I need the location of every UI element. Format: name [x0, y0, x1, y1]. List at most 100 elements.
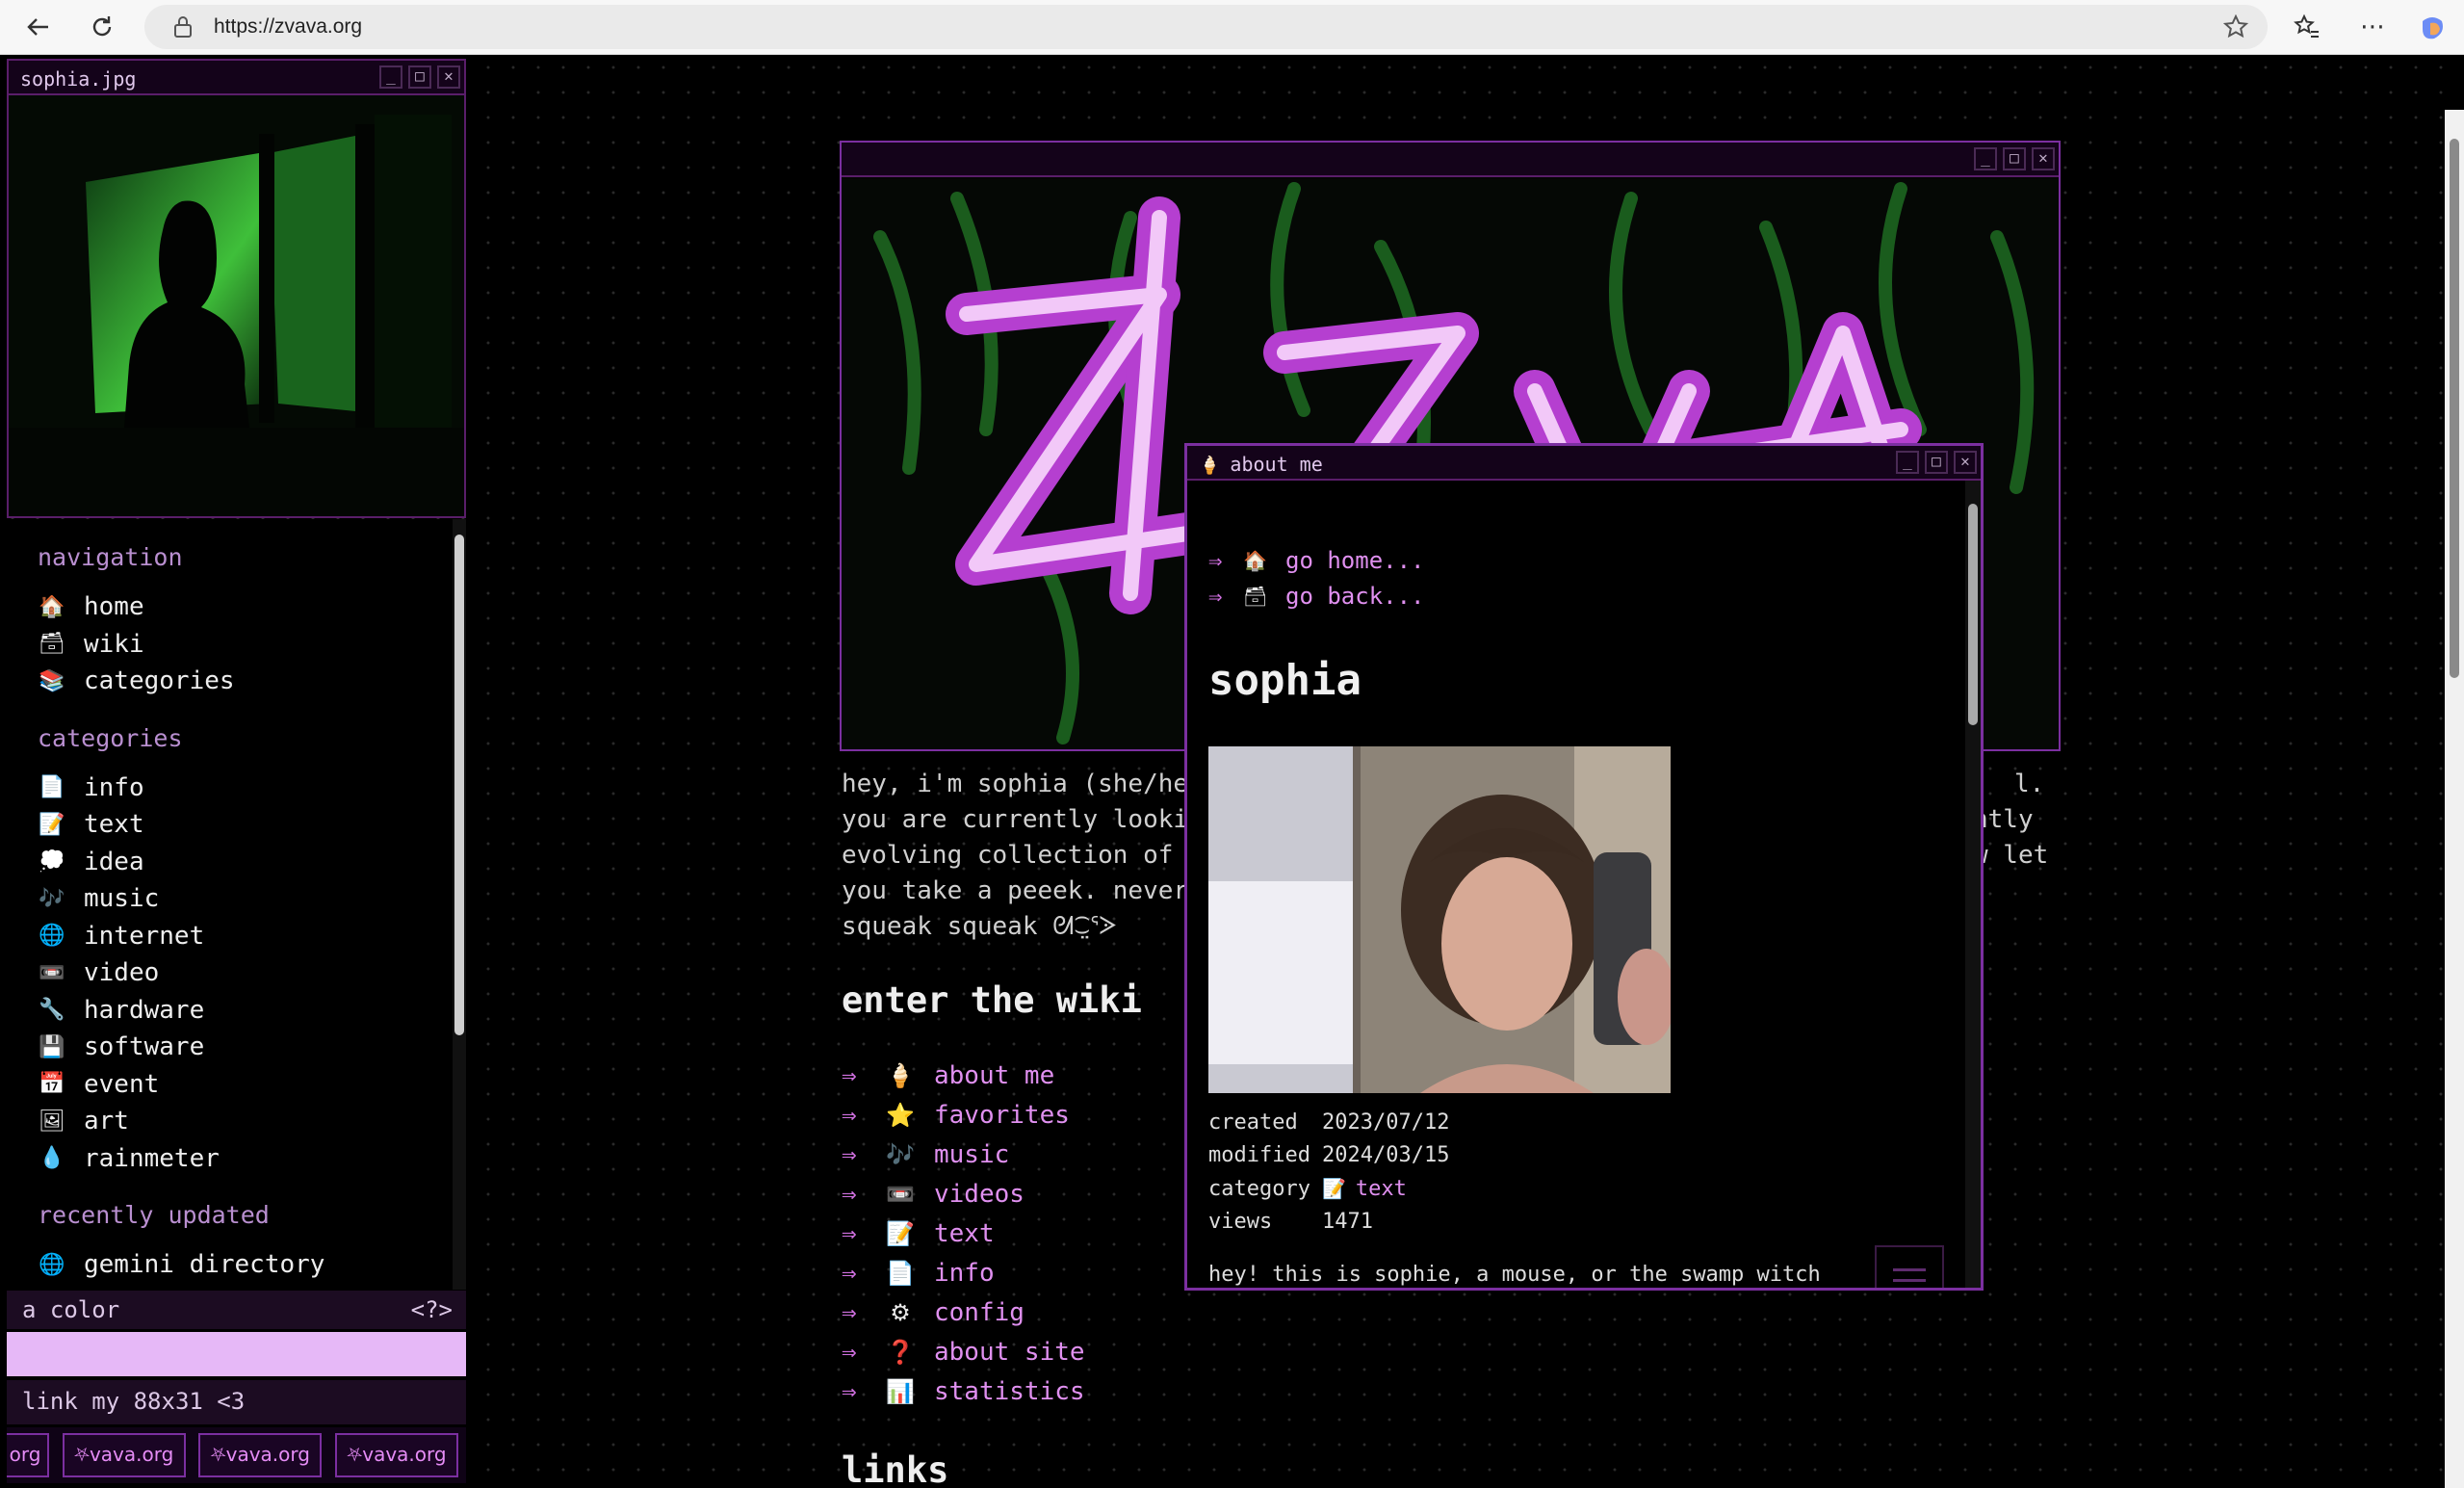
- about-me-scrollbar[interactable]: [1965, 481, 1981, 1288]
- address-bar[interactable]: https://zvava.org: [144, 5, 2268, 49]
- wiki-link-label[interactable]: text: [934, 1219, 995, 1248]
- software-icon: 💾: [39, 1034, 65, 1059]
- nav-item-label[interactable]: wiki: [84, 630, 144, 659]
- category-item-software[interactable]: 💾 software: [7, 1029, 466, 1066]
- wiki-link-label[interactable]: about site: [934, 1338, 1085, 1367]
- nav-item-label[interactable]: categories: [84, 666, 235, 695]
- color-help-button[interactable]: <?>: [411, 1296, 453, 1323]
- category-item-rainmeter[interactable]: 💧 rainmeter: [7, 1140, 466, 1178]
- back-arrow-icon[interactable]: [19, 8, 58, 46]
- maximize-icon[interactable]: □: [2003, 147, 2026, 170]
- wiki-link-label[interactable]: statistics: [934, 1377, 1085, 1406]
- wiki-link-label[interactable]: videos: [934, 1180, 1025, 1209]
- wiki-link-about-site[interactable]: ⇒ ❓ about site: [842, 1332, 1085, 1371]
- category-item-label[interactable]: text: [84, 810, 144, 839]
- category-item-event[interactable]: 📅 event: [7, 1066, 466, 1104]
- category-item-label[interactable]: internet: [84, 922, 204, 951]
- color-bar: a color <?>: [7, 1291, 466, 1329]
- go-home-link[interactable]: ⇒ 🏠 go home...: [1187, 542, 1981, 578]
- category-item-hardware[interactable]: 🔧 hardware: [7, 992, 466, 1030]
- photo-window-titlebar[interactable]: sophia.jpg _ □ ✕: [9, 61, 464, 95]
- category-item-label[interactable]: hardware: [84, 996, 204, 1025]
- category-item-video[interactable]: 📼 video: [7, 954, 466, 992]
- category-item-info[interactable]: 📄 info: [7, 770, 466, 807]
- wiki-heading: enter the wiki: [842, 979, 1142, 1021]
- nav-item-categories[interactable]: 📚 categories: [7, 663, 466, 700]
- category-item-label[interactable]: music: [84, 884, 159, 913]
- category-item-label[interactable]: event: [84, 1070, 159, 1099]
- nav-item-label[interactable]: home: [84, 592, 144, 621]
- reload-icon[interactable]: [83, 8, 121, 46]
- nav-item-home[interactable]: 🏠 home: [7, 588, 466, 626]
- color-swatch[interactable]: [7, 1332, 466, 1376]
- go-back-link[interactable]: ⇒ 🗃 go back...: [1187, 578, 1981, 613]
- wiki-link-label[interactable]: config: [934, 1298, 1025, 1327]
- lock-icon[interactable]: [171, 14, 195, 39]
- about-me-window[interactable]: 🍦 about me _ □ ✕ ⇒ 🏠 go home... ⇒ 🗃 go ba…: [1184, 443, 1984, 1291]
- minimize-icon[interactable]: _: [379, 65, 402, 89]
- category-link[interactable]: text: [1356, 1177, 1407, 1201]
- text-icon: 📝: [39, 812, 65, 837]
- about-me-scrollbar-thumb[interactable]: [1968, 504, 1978, 725]
- wiki-link-info[interactable]: ⇒ 📄 info: [842, 1253, 1085, 1292]
- page-scrollbar[interactable]: [2445, 110, 2464, 1488]
- go-home-label[interactable]: go home...: [1285, 547, 1425, 574]
- minimize-icon[interactable]: _: [1896, 451, 1919, 474]
- wiki-link-statistics[interactable]: ⇒ 📊 statistics: [842, 1371, 1085, 1411]
- category-item-label[interactable]: video: [84, 958, 159, 987]
- config-icon: ⚙: [890, 1298, 911, 1326]
- wiki-link-music[interactable]: ⇒ 🎶 music: [842, 1135, 1085, 1174]
- sidebar-scrollbar[interactable]: [453, 519, 466, 1290]
- badge-marquee: org ⛧vava.org ⛧vava.org ⛧vava.org ⛧vava.…: [7, 1427, 466, 1483]
- wiki-link-favorites[interactable]: ⇒ ⭐ favorites: [842, 1095, 1085, 1135]
- category-item-internet[interactable]: 🌐 internet: [7, 918, 466, 955]
- wiki-link-label[interactable]: favorites: [934, 1101, 1070, 1130]
- site-badge[interactable]: ⛧vava.org: [62, 1433, 186, 1477]
- wiki-link-label[interactable]: info: [934, 1259, 995, 1288]
- category-item-idea[interactable]: 💭 idea: [7, 844, 466, 881]
- close-icon[interactable]: ✕: [437, 65, 460, 89]
- favorite-star-icon[interactable]: [2223, 14, 2248, 39]
- created-value: 2023/07/12: [1322, 1110, 1450, 1135]
- url-text[interactable]: https://zvava.org: [214, 15, 362, 39]
- wiki-link-config[interactable]: ⇒ ⚙ config: [842, 1292, 1085, 1332]
- category-item-music[interactable]: 🎶 music: [7, 880, 466, 918]
- minimize-icon[interactable]: _: [1974, 147, 1997, 170]
- close-icon[interactable]: ✕: [1954, 451, 1977, 474]
- more-menu-icon[interactable]: ⋯: [2353, 8, 2392, 46]
- wiki-link-about-me[interactable]: ⇒ 🍦 about me: [842, 1056, 1085, 1095]
- category-item-label[interactable]: info: [84, 773, 144, 802]
- category-item-label[interactable]: rainmeter: [84, 1144, 220, 1173]
- maximize-icon[interactable]: □: [408, 65, 431, 89]
- category-item-text[interactable]: 📝 text: [7, 806, 466, 844]
- copilot-icon[interactable]: [2413, 8, 2451, 46]
- hamburger-menu-icon[interactable]: [1875, 1245, 1944, 1288]
- nav-item-wiki[interactable]: 🗃 wiki: [7, 626, 466, 664]
- wiki-link-videos[interactable]: ⇒ 📼 videos: [842, 1174, 1085, 1214]
- page-metadata: created 2023/07/12 modified 2024/03/15 cat…: [1208, 1107, 1449, 1239]
- arrow-icon: ⇒: [842, 1297, 857, 1327]
- recent-item-label[interactable]: gemini directory: [84, 1250, 324, 1279]
- category-item-label[interactable]: idea: [84, 848, 144, 876]
- go-back-label[interactable]: go back...: [1285, 583, 1425, 610]
- wiki-link-label[interactable]: music: [934, 1140, 1009, 1169]
- page-scrollbar-thumb[interactable]: [2450, 139, 2459, 678]
- category-item-art[interactable]: 🖼 art: [7, 1103, 466, 1140]
- category-item-label[interactable]: art: [84, 1107, 129, 1136]
- gemini-directory-icon: 🌐: [39, 1252, 65, 1277]
- wiki-link-label[interactable]: about me: [934, 1061, 1054, 1090]
- memo-icon: 📝: [1322, 1177, 1346, 1200]
- category-item-label[interactable]: software: [84, 1032, 204, 1061]
- wiki-link-text[interactable]: ⇒ 📝 text: [842, 1214, 1085, 1253]
- favorites-icon[interactable]: [2288, 8, 2326, 46]
- about-me-titlebar[interactable]: 🍦 about me _ □ ✕: [1187, 446, 1981, 481]
- site-badge[interactable]: ⛧vava.org: [198, 1433, 323, 1477]
- site-badge-partial[interactable]: org: [7, 1433, 49, 1477]
- sidebar-scrollbar-thumb[interactable]: [454, 535, 464, 1035]
- recent-item-gemini-directory[interactable]: 🌐 gemini directory: [7, 1246, 466, 1284]
- close-icon[interactable]: ✕: [2032, 147, 2055, 170]
- photo-window[interactable]: sophia.jpg _ □ ✕: [7, 59, 466, 518]
- banner-window-titlebar[interactable]: _ □ ✕: [842, 143, 2059, 177]
- maximize-icon[interactable]: □: [1925, 451, 1948, 474]
- site-badge[interactable]: ⛧vava.org: [334, 1433, 458, 1477]
